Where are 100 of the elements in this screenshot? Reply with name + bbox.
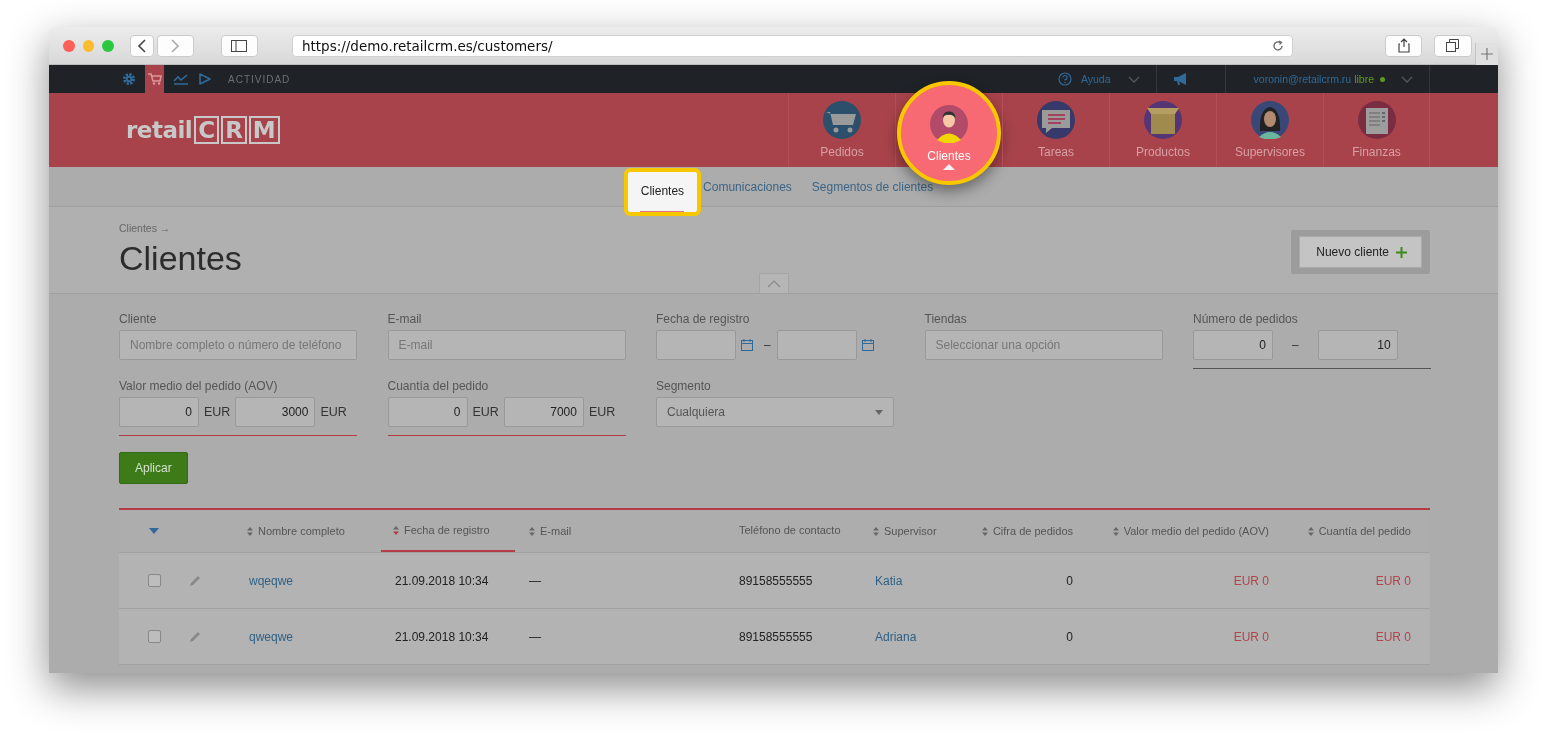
caret-down-icon[interactable]: [149, 528, 159, 534]
range-separator: –: [764, 338, 771, 352]
user-email[interactable]: voronin@retailcrm.ru: [1253, 73, 1352, 85]
plus-icon: [1480, 48, 1493, 60]
table-cell[interactable]: Adriana: [867, 609, 979, 664]
section-label[interactable]: ACTIVIDAD: [228, 73, 291, 85]
subnav-tab[interactable]: Comunicaciones: [703, 169, 792, 204]
tabs-button[interactable]: [1434, 34, 1472, 57]
row-checkbox[interactable]: [147, 630, 161, 643]
new-tab-button[interactable]: [1474, 43, 1498, 65]
share-button[interactable]: [1385, 34, 1423, 57]
table-cell-text: EUR 0: [1232, 572, 1270, 590]
filter-label: Número de pedidos: [1193, 312, 1299, 326]
column-header[interactable]: E-mail: [515, 510, 729, 552]
sort-icon: [981, 526, 988, 536]
sidebar-icon: [231, 39, 248, 52]
table-cell-text: EUR 0: [1374, 628, 1412, 646]
logo[interactable]: retail C R M: [126, 93, 280, 167]
close-window-button[interactable]: [63, 39, 75, 52]
currency-label: EUR: [204, 405, 231, 419]
chart-icon[interactable]: [173, 73, 189, 85]
column-header[interactable]: Valor medio del pedido (AOV): [1079, 510, 1275, 552]
subnav-tab[interactable]: Clientes: [623, 167, 702, 216]
person-icon: [1251, 101, 1289, 139]
number-field[interactable]: 0: [119, 397, 199, 427]
number-field[interactable]: 10: [1317, 330, 1398, 360]
sort-icon: [247, 526, 253, 536]
input-field[interactable]: E-mail: [387, 330, 626, 360]
filter-label: Cuantía del pedido: [387, 379, 490, 393]
currency-label: EUR: [320, 405, 347, 419]
date-field[interactable]: [776, 330, 857, 360]
number-field[interactable]: 7000: [503, 397, 584, 427]
number-field[interactable]: 3000: [235, 397, 316, 427]
chevron-down-icon[interactable]: [1401, 75, 1413, 83]
input-field[interactable]: Seleccionar una opción: [924, 330, 1163, 360]
help-link[interactable]: Ayuda: [1080, 73, 1111, 85]
filter-label: Valor medio del pedido (AOV): [119, 379, 279, 393]
address-bar[interactable]: https://demo.retailcrm.es/customers/: [291, 34, 1294, 57]
megaphone-icon[interactable]: [1172, 72, 1189, 86]
nav-tab[interactable]: Supervisores: [1217, 93, 1323, 167]
online-status-dot: [1380, 76, 1385, 82]
sidebar-button[interactable]: [220, 34, 258, 57]
filter-label: Tiendas: [924, 312, 968, 326]
filter-label: Segmento: [656, 379, 712, 393]
table-cell-text: —: [528, 572, 542, 590]
table-cell-text: EUR 0: [1374, 572, 1412, 590]
play-icon[interactable]: [198, 73, 212, 85]
tab-pointer: [943, 164, 955, 170]
help-icon[interactable]: [1057, 72, 1072, 86]
sort-icon: [393, 525, 399, 535]
column-header[interactable]: Cifra de pedidos: [979, 510, 1079, 552]
new-customer-button[interactable]: Nuevo cliente: [1299, 236, 1422, 268]
pencil-icon[interactable]: [189, 574, 201, 587]
pencil-icon[interactable]: [189, 630, 201, 643]
breadcrumb[interactable]: Clientes →: [119, 222, 171, 234]
input-field[interactable]: Nombre completo o número de teléfono: [119, 330, 357, 360]
chevron-down-icon[interactable]: [1127, 75, 1140, 83]
column-header[interactable]: Teléfono de contacto: [729, 510, 867, 552]
apply-button[interactable]: Aplicar: [119, 452, 188, 484]
cart-icon: [823, 101, 861, 139]
calendar-icon[interactable]: [861, 339, 874, 351]
table-cell[interactable]: qweqwe: [241, 609, 381, 664]
table-cell-text: 21.09.2018 10:34: [394, 628, 490, 646]
table-cell-text: EUR 0: [1232, 628, 1270, 646]
reload-icon[interactable]: [1272, 39, 1285, 52]
table-cell[interactable]: Katia: [867, 553, 979, 608]
date-field[interactable]: [656, 330, 736, 360]
chat-icon: [1037, 101, 1075, 139]
document-icon: [1357, 101, 1396, 139]
chevron-right-icon: [170, 38, 181, 53]
calendar-icon[interactable]: [741, 339, 753, 351]
number-field[interactable]: 0: [387, 397, 468, 427]
column-header[interactable]: Supervisor: [867, 510, 979, 552]
filter-label: Fecha de registro: [656, 312, 751, 326]
sort-icon: [873, 526, 879, 536]
person-icon: [930, 105, 968, 143]
minimize-window-button[interactable]: [82, 39, 95, 52]
column-header[interactable]: Cuantía del pedido: [1275, 510, 1431, 552]
table-cell-text: 0: [1065, 628, 1074, 646]
maximize-window-button[interactable]: [102, 39, 115, 52]
row-checkbox[interactable]: [147, 574, 161, 587]
table-cell[interactable]: wqeqwe: [241, 553, 381, 608]
back-button[interactable]: [130, 34, 154, 57]
range-separator: –: [1292, 338, 1299, 352]
number-field[interactable]: 0: [1193, 330, 1273, 360]
table-cell-text: 89158555555: [738, 628, 814, 646]
sort-icon: [529, 526, 535, 536]
filter-label: E-mail: [387, 312, 423, 326]
cart-icon[interactable]: [145, 65, 164, 93]
table-cell-text: 89158555555: [738, 572, 814, 590]
nav-tab[interactable]: Tareas: [1003, 93, 1109, 167]
nav-tab[interactable]: Pedidos: [789, 93, 895, 167]
sort-icon: [1112, 526, 1119, 536]
nav-tab[interactable]: Finanzas: [1324, 93, 1429, 167]
dropdown[interactable]: Cualquiera: [656, 397, 894, 427]
share-icon: [1397, 38, 1410, 53]
chevron-left-icon: [136, 38, 147, 53]
column-header[interactable]: Nombre completo: [241, 510, 381, 552]
caret-down-icon: [875, 409, 883, 415]
nav-tab[interactable]: Productos: [1110, 93, 1216, 167]
